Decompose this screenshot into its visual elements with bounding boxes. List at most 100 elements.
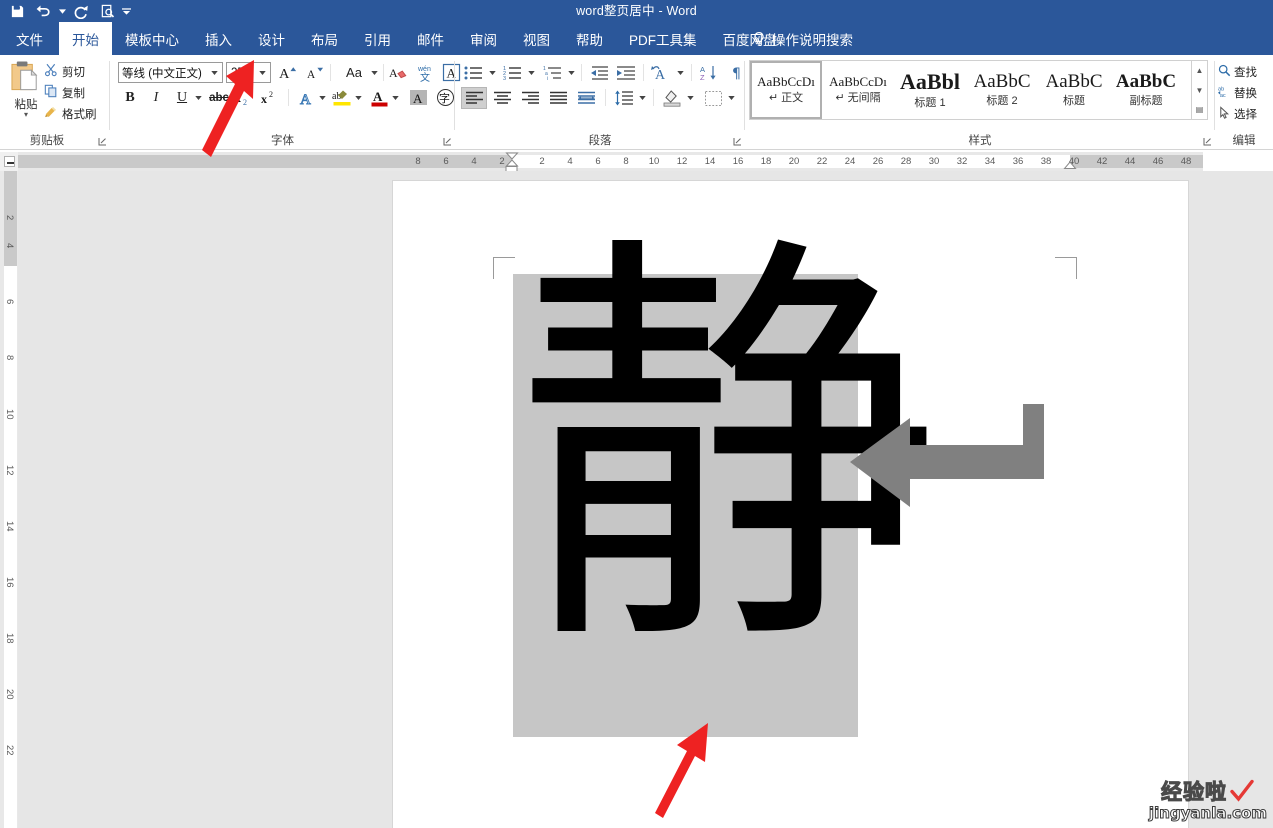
font-name-dropdown-icon[interactable] xyxy=(208,63,221,82)
line-spacing-dropdown-icon[interactable] xyxy=(636,87,648,109)
ruler-tick: 8 xyxy=(623,156,629,167)
decrease-indent-button[interactable] xyxy=(586,62,612,83)
style-item-title[interactable]: AaBbC 标题 xyxy=(1038,61,1110,119)
text-effects-dropdown-icon[interactable] xyxy=(316,87,328,108)
copy-button[interactable]: 复制 xyxy=(44,82,85,103)
line-spacing-button[interactable] xyxy=(611,87,637,109)
styles-dialog-launcher[interactable] xyxy=(1203,137,1212,146)
numbering-button[interactable]: 123 xyxy=(500,62,526,83)
borders-dropdown-icon[interactable] xyxy=(725,87,737,109)
bullets-button[interactable] xyxy=(461,62,487,83)
grow-font-button[interactable]: A xyxy=(277,62,301,83)
font-size-dropdown-icon[interactable] xyxy=(256,63,269,82)
tell-me-search[interactable]: 操作说明搜索 xyxy=(752,22,853,55)
paste-dropdown-icon[interactable]: ▾ xyxy=(24,111,28,119)
style-item-subtitle[interactable]: AaBbC 副标题 xyxy=(1110,61,1182,119)
format-painter-button[interactable]: 格式刷 xyxy=(44,103,97,124)
font-separator-1 xyxy=(330,64,331,81)
tab-view[interactable]: 视图 xyxy=(510,22,563,55)
tab-help[interactable]: 帮助 xyxy=(563,22,616,55)
align-left-button[interactable] xyxy=(461,87,487,109)
multilevel-list-dropdown-icon[interactable] xyxy=(565,62,577,83)
tab-home[interactable]: 开始 xyxy=(59,22,112,55)
print-preview-icon[interactable] xyxy=(94,0,120,22)
find-button[interactable]: 查找 xyxy=(1218,61,1257,82)
underline-button[interactable]: U xyxy=(170,87,194,108)
strikethrough-button[interactable]: abc xyxy=(205,87,233,108)
increase-indent-button[interactable] xyxy=(613,62,639,83)
tab-review[interactable]: 审阅 xyxy=(457,22,510,55)
cut-button[interactable]: 剪切 xyxy=(44,61,85,82)
quick-access-toolbar xyxy=(4,0,132,22)
distribute-button[interactable] xyxy=(573,87,599,109)
font-name-input[interactable]: 等线 (中文正文) xyxy=(118,62,223,83)
change-case-dropdown-icon[interactable] xyxy=(368,62,380,83)
text-highlight-button[interactable]: ab xyxy=(330,87,354,108)
italic-button[interactable]: I xyxy=(144,87,168,108)
horizontal-ruler[interactable]: 8 6 4 2 2 4 6 8 10 12 14 16 18 20 22 24 … xyxy=(18,152,1203,173)
select-button[interactable]: 选择 xyxy=(1218,103,1257,124)
text-highlight-dropdown-icon[interactable] xyxy=(352,87,364,108)
tab-mailings[interactable]: 邮件 xyxy=(404,22,457,55)
style-item-no-spacing[interactable]: AaBbCcDı ↵ 无间隔 xyxy=(822,61,894,119)
tab-file[interactable]: 文件 xyxy=(0,22,59,55)
change-case-button[interactable]: Aa xyxy=(337,62,371,83)
styles-scroll-down-icon[interactable]: ▼ xyxy=(1192,81,1208,100)
sort-button[interactable]: AZ xyxy=(696,62,722,83)
chinese-layout-button[interactable]: A xyxy=(648,62,674,83)
styles-more-icon[interactable]: ▤ xyxy=(1192,100,1208,119)
superscript-button[interactable]: x2 xyxy=(258,87,282,108)
shading-button[interactable] xyxy=(659,87,685,109)
font-color-button[interactable]: A xyxy=(367,87,391,108)
chinese-layout-dropdown-icon[interactable] xyxy=(674,62,686,83)
bullets-dropdown-icon[interactable] xyxy=(486,62,498,83)
subscript-button[interactable]: x2 xyxy=(232,87,256,108)
clipboard-dialog-launcher[interactable] xyxy=(98,137,107,146)
tab-template-center[interactable]: 模板中心 xyxy=(112,22,192,55)
tab-design[interactable]: 设计 xyxy=(245,22,298,55)
scissors-icon xyxy=(44,63,58,80)
tab-references[interactable]: 引用 xyxy=(351,22,404,55)
redo-icon[interactable] xyxy=(68,0,94,22)
borders-button[interactable] xyxy=(700,87,726,109)
text-effects-button[interactable]: A xyxy=(294,87,318,108)
style-item-heading-1[interactable]: AaBbl 标题 1 xyxy=(894,61,966,119)
phonetic-guide-button[interactable]: wén 文 xyxy=(413,62,437,83)
font-dialog-launcher[interactable] xyxy=(443,137,452,146)
tab-pdf-tools[interactable]: PDF工具集 xyxy=(616,22,710,55)
save-icon[interactable] xyxy=(4,0,30,22)
styles-scroll-up-icon[interactable]: ▲ xyxy=(1192,61,1208,80)
style-item-heading-2[interactable]: AaBbC 标题 2 xyxy=(966,61,1038,119)
svg-text:ab: ab xyxy=(1218,86,1224,92)
align-center-button[interactable] xyxy=(489,87,515,109)
multilevel-list-button[interactable]: 1ai xyxy=(540,62,566,83)
red-check-icon xyxy=(1230,779,1254,802)
vertical-ruler[interactable]: 2 4 6 8 10 12 14 16 18 20 22 xyxy=(0,171,18,828)
tab-layout[interactable]: 布局 xyxy=(298,22,351,55)
shrink-font-button[interactable]: A xyxy=(303,62,327,83)
shading-dropdown-icon[interactable] xyxy=(684,87,696,109)
customize-qat-icon[interactable] xyxy=(120,0,132,22)
numbering-dropdown-icon[interactable] xyxy=(525,62,537,83)
document-canvas[interactable]: 静 经验啦 jingyanla.com xyxy=(18,171,1273,828)
font-size-input[interactable]: 250 xyxy=(226,62,271,83)
tab-insert[interactable]: 插入 xyxy=(192,22,245,55)
replace-button[interactable]: ab ac 替换 xyxy=(1218,82,1257,103)
justify-button[interactable] xyxy=(545,87,571,109)
character-shading-button[interactable]: A xyxy=(406,87,430,108)
clear-formatting-button[interactable]: A xyxy=(387,62,411,83)
paragraph-dialog-launcher[interactable] xyxy=(733,137,742,146)
bold-button[interactable]: B xyxy=(118,87,142,108)
style-item-normal[interactable]: AaBbCcDı ↵ 正文 xyxy=(750,61,822,119)
undo-dropdown-icon[interactable] xyxy=(56,0,68,22)
font-color-dropdown-icon[interactable] xyxy=(389,87,401,108)
align-right-button[interactable] xyxy=(517,87,543,109)
document-page[interactable]: 静 xyxy=(393,181,1188,828)
underline-dropdown-icon[interactable] xyxy=(192,87,204,108)
font-separator-3 xyxy=(288,89,289,106)
paste-button[interactable]: 粘贴 ▾ xyxy=(4,59,48,123)
tab-stop-selector[interactable] xyxy=(0,152,18,171)
undo-icon[interactable] xyxy=(30,0,56,22)
svg-text:字: 字 xyxy=(439,91,450,105)
vruler-tick: 2 xyxy=(4,215,15,221)
